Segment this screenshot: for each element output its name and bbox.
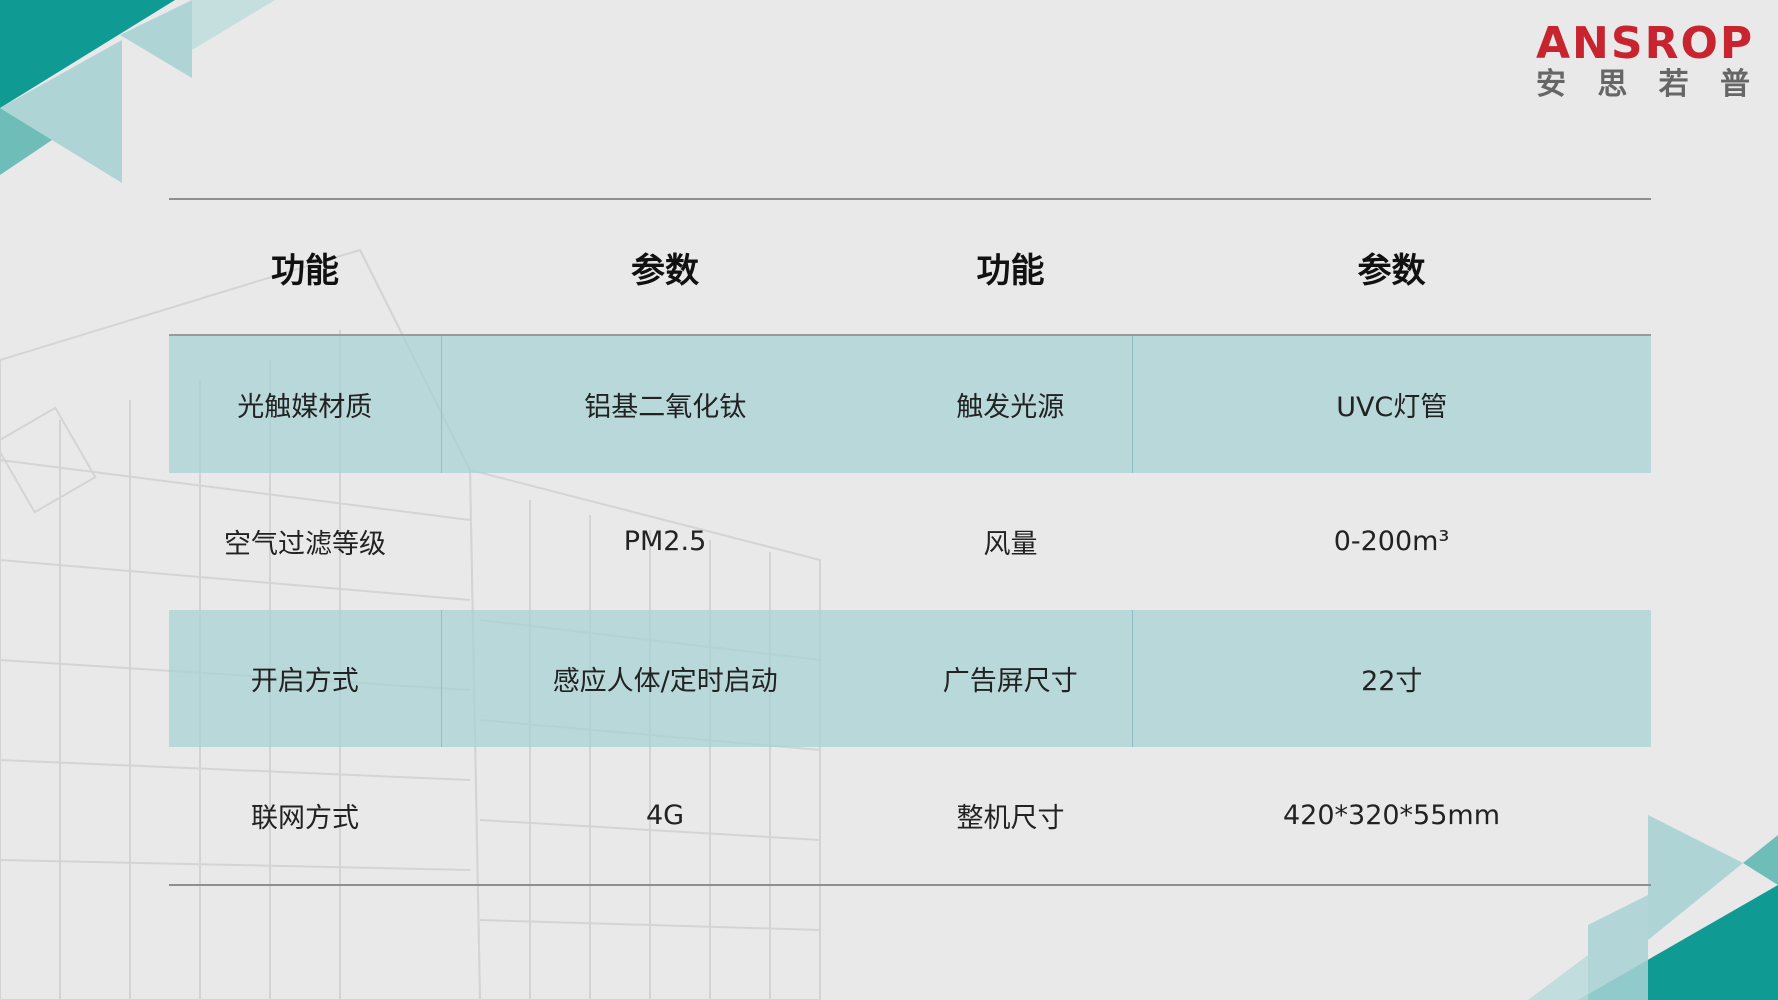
table-cell-function: 空气过滤等级	[224, 529, 386, 560]
table-cell-function: 整机尺寸	[956, 803, 1065, 834]
table-cell-function: 联网方式	[251, 803, 359, 834]
table-cell-parameter: 感应人体/定时启动	[441, 610, 889, 747]
table-cell-parameter: 铝基二氧化钛	[441, 335, 889, 473]
logo-char: 若	[1658, 67, 1689, 102]
table-cell-function: 触发光源	[889, 335, 1133, 473]
table-cell-function: 风量	[983, 529, 1038, 560]
corner-decoration-top-left	[0, 0, 275, 183]
logo-char: 普	[1719, 67, 1750, 102]
table-cell-function: 开启方式	[169, 610, 442, 747]
logo-text-cn: 安 思 若 普	[1536, 68, 1750, 102]
table-cell-parameter: PM2.5	[623, 526, 707, 557]
table-row: 开启方式 感应人体/定时启动 广告屏尺寸 22寸	[169, 610, 1651, 747]
table-cell-parameter: 22寸	[1132, 610, 1651, 747]
header-parameter-2: 参数	[1132, 199, 1651, 336]
table-cell-function: 光触媒材质	[169, 335, 442, 473]
table-header-row: 功能 参数 功能 参数	[169, 199, 1651, 336]
logo-char: 思	[1597, 67, 1628, 102]
header-function-2: 功能	[889, 199, 1132, 336]
spec-table-container: 功能 参数 功能 参数 光触媒材质 铝基二氧化钛 触发光源 UVC灯管 空气过滤…	[169, 198, 1651, 886]
table-row: 联网方式 4G 整机尺寸 420*320*55mm	[169, 747, 1651, 885]
table-row: 空气过滤等级 PM2.5 风量 0-200m³	[169, 473, 1651, 610]
spec-table: 功能 参数 功能 参数 光触媒材质 铝基二氧化钛 触发光源 UVC灯管 空气过滤…	[169, 198, 1651, 886]
table-cell-parameter: 420*320*55mm	[1282, 800, 1501, 831]
logo-text-en: ANSROP	[1536, 18, 1755, 69]
header-function-1: 功能	[169, 199, 441, 336]
table-cell-parameter: UVC灯管	[1132, 335, 1651, 473]
header-parameter-1: 参数	[441, 199, 889, 336]
table-cell-parameter: 4G	[645, 800, 685, 831]
table-row: 光触媒材质 铝基二氧化钛 触发光源 UVC灯管	[169, 335, 1651, 473]
ansrop-logo: ANSROP 安 思 若 普	[1536, 18, 1755, 102]
logo-char: 安	[1536, 67, 1566, 102]
table-cell-parameter: 0-200m³	[1333, 526, 1450, 557]
table-cell-function: 广告屏尺寸	[889, 610, 1133, 747]
